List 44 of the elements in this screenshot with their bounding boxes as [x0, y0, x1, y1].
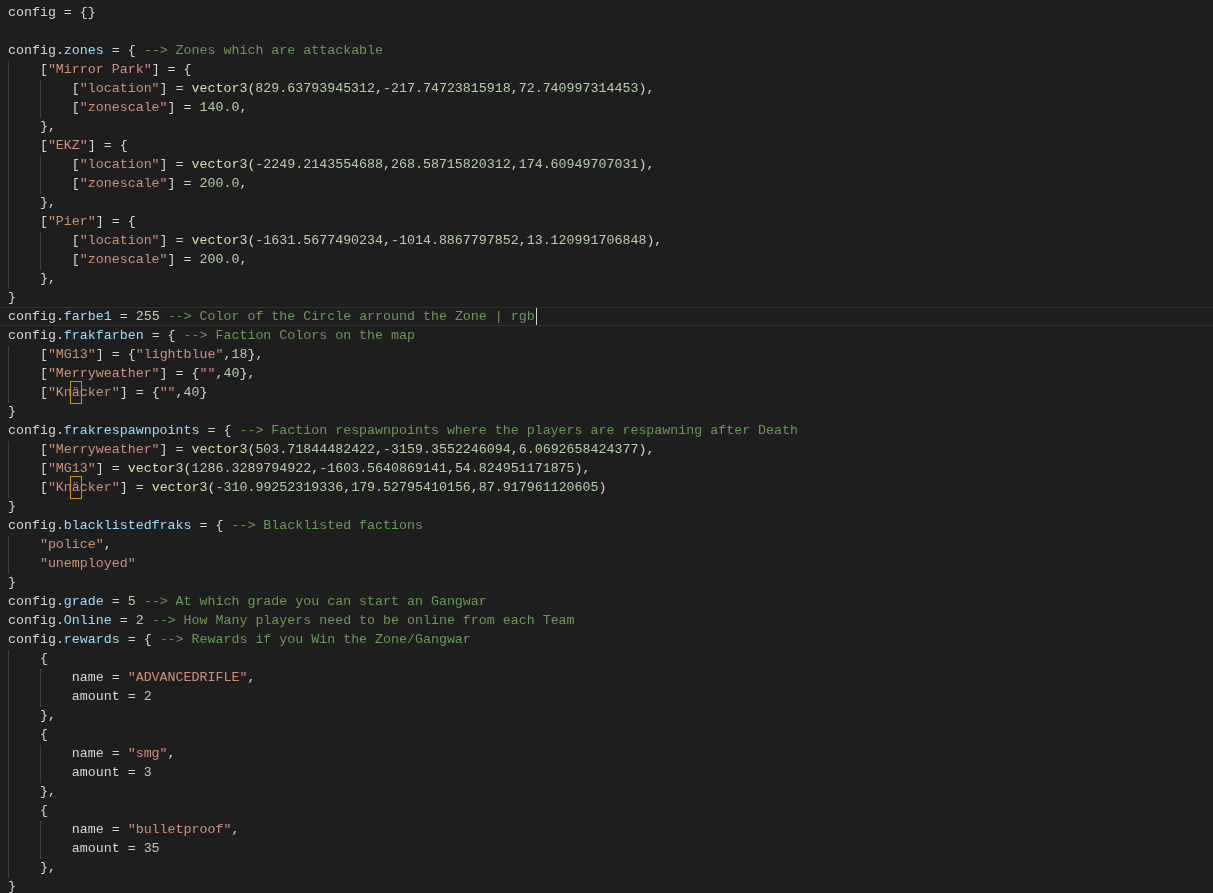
code-line: config.frakrespawnpoints = { --> Faction respawnpoints where the players are respawning after Death — [8, 422, 798, 439]
code-line: ["Pier"] = { — [39, 213, 136, 230]
code-line: }, — [39, 707, 56, 724]
code-line: { — [39, 802, 48, 819]
code-line: ["location"] = vector3(-2249.2143554688,268.58715820312,174.60949707031), — [71, 156, 655, 173]
code-line: }, — [39, 783, 56, 800]
code-line: config = {} — [8, 4, 96, 21]
code-line: name = "bulletproof", — [71, 821, 240, 838]
code-line: "unemployed" — [39, 555, 136, 572]
code-line: ["MG13"] = {"lightblue",18}, — [39, 346, 264, 363]
code-line: }, — [39, 194, 56, 211]
code-line: { — [39, 650, 48, 667]
code-line: amount = 3 — [71, 764, 152, 781]
code-line: ["Mirror Park"] = { — [39, 61, 192, 78]
code-line: ["EKZ"] = { — [39, 137, 128, 154]
code-line: "police", — [39, 536, 112, 553]
code-line: amount = 2 — [71, 688, 152, 705]
code-line: config.rewards = { --> Rewards if you Win the Zone/Gangwar — [8, 631, 471, 648]
code-line: ["location"] = vector3(-1631.5677490234,-1014.8867797852,13.120991706848), — [71, 232, 663, 249]
code-line: ["zonescale"] = 200.0, — [71, 251, 248, 268]
code-line: } — [8, 403, 16, 420]
code-line: ["Merryweather"] = {"",40}, — [39, 365, 256, 382]
code-line: config.farbe1 = 255 --> Color of the Circle arround the Zone | rgb — [8, 308, 537, 325]
code-line: }, — [39, 270, 56, 287]
code-line: } — [8, 878, 16, 893]
code-line: config.zones = { --> Zones which are attackable — [8, 42, 384, 59]
code-line: } — [8, 574, 16, 591]
code-line: ["zonescale"] = 140.0, — [71, 99, 248, 116]
code-line: name = "ADVANCEDRIFLE", — [71, 669, 256, 686]
code-line: config.frakfarben = { --> Faction Colors on the map — [8, 327, 415, 344]
code-line: config.Online = 2 --> How Many players need to be online from each Team — [8, 612, 575, 629]
code-line: config.grade = 5 --> At which grade you can start an Gangwar — [8, 593, 487, 610]
code-line: config.blacklistedfraks = { --> Blacklisted factions — [8, 517, 423, 534]
code-line: ["Merryweather"] = vector3(503.71844482422,-3159.3552246094,6.0692658424377), — [39, 441, 655, 458]
code-line: { — [39, 726, 48, 743]
code-line: }, — [39, 859, 56, 876]
code-line: }, — [39, 118, 56, 135]
code-line: } — [8, 289, 16, 306]
code-line: amount = 35 — [71, 840, 160, 857]
code-line: ["location"] = vector3(829.63793945312,-217.74723815918,72.740997314453), — [71, 80, 655, 97]
code-line: ["zonescale"] = 200.0, — [71, 175, 248, 192]
code-line: name = "smg", — [71, 745, 176, 762]
code-line: } — [8, 498, 16, 515]
code-line: ["MG13"] = vector3(1286.3289794922,-1603.5640869141,54.824951171875), — [39, 460, 591, 477]
